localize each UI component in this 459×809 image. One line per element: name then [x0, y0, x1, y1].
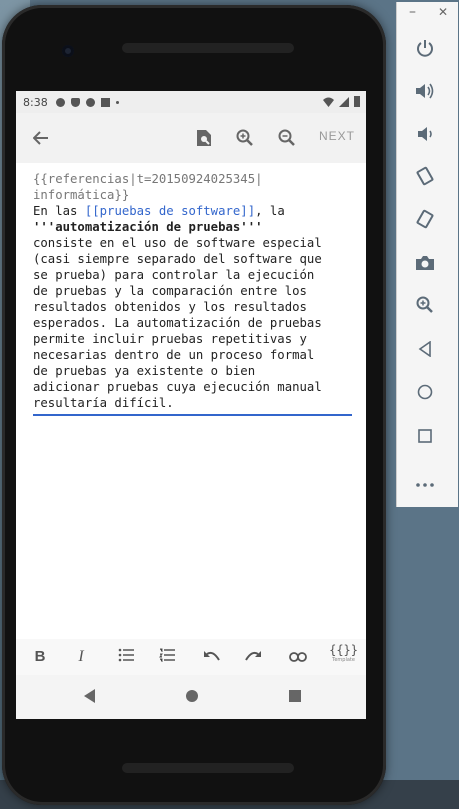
- nav-home-icon[interactable]: [186, 690, 198, 702]
- text-line: se prueba) para controlar la ejecución: [33, 268, 315, 282]
- zoom-icon: [416, 296, 433, 313]
- text-line: adicionar pruebas cuya ejecución manual: [33, 380, 322, 394]
- overview-button[interactable]: [411, 424, 439, 452]
- status-bar: 8:38: [16, 91, 366, 113]
- undo-icon: [204, 651, 220, 661]
- text-line: resultados obtenidos y los resultados: [33, 300, 307, 314]
- wikitext-editor[interactable]: {{referencias|t=20150924025345| informát…: [33, 171, 353, 411]
- zoom-in-button[interactable]: [232, 125, 258, 151]
- template-line: {{referencias|t=20150924025345|: [33, 172, 263, 186]
- text-line: , la: [255, 204, 285, 218]
- text-line: de pruebas ya existente o bien: [33, 364, 256, 378]
- power-icon: [417, 40, 433, 57]
- bold-term: '''automatización de pruebas''': [33, 220, 263, 234]
- redo-icon: [245, 651, 261, 661]
- rotate-right-button[interactable]: [411, 209, 439, 237]
- editor-focus-underline: [33, 414, 352, 416]
- android-nav-bar: [16, 675, 366, 719]
- next-button[interactable]: NEXT: [319, 129, 355, 143]
- shield-status-icon: [70, 97, 80, 107]
- back-button[interactable]: [411, 338, 439, 366]
- bullet-list-icon: [118, 648, 134, 662]
- status-time: 8:38: [23, 95, 48, 109]
- editor-toolbar: NEXT: [16, 113, 366, 163]
- template-button[interactable]: {{}} Template: [329, 643, 358, 663]
- volume-down-button[interactable]: [411, 124, 439, 152]
- signal-icon: [339, 96, 349, 107]
- redo-button[interactable]: [242, 645, 264, 669]
- link-button[interactable]: [287, 645, 309, 669]
- more-dots-icon: [416, 483, 434, 487]
- template-braces-icon: {{}}: [329, 643, 358, 657]
- rotate-left-button[interactable]: [411, 166, 439, 194]
- speaker-top: [122, 43, 294, 53]
- volume-down-icon: [418, 127, 432, 141]
- template-line: informática}}: [33, 188, 130, 202]
- undo-button[interactable]: [201, 645, 223, 669]
- speaker-bottom: [122, 763, 294, 773]
- numbered-list-icon: [159, 648, 175, 662]
- text-line: resultaría difícil.: [33, 396, 174, 410]
- numbered-list-button[interactable]: [157, 645, 177, 669]
- bullet-list-button[interactable]: [116, 645, 136, 669]
- volume-up-button[interactable]: [411, 81, 439, 109]
- nav-recents-icon[interactable]: [289, 690, 301, 702]
- home-button[interactable]: [411, 381, 439, 409]
- format-toolbar: B I {{}} Template: [16, 639, 366, 675]
- phone-screen: 8:38 NEXT {{referencias|t=20150924025345…: [16, 91, 366, 719]
- wifi-icon: [323, 97, 334, 107]
- zoom-in-icon: [236, 129, 253, 146]
- italic-button[interactable]: I: [73, 645, 89, 669]
- bold-button[interactable]: B: [32, 645, 48, 669]
- text-line: de pruebas y la comparación entre los: [33, 284, 307, 298]
- text-line: consiste en el uso de software especial: [33, 236, 322, 250]
- settings-status-icon: [55, 97, 65, 107]
- text-line: necesarias dentro de un proceso formal: [33, 348, 315, 362]
- back-arrow-icon: [32, 131, 48, 145]
- text-line: En las: [33, 204, 85, 218]
- screenshot-button[interactable]: [411, 252, 439, 280]
- find-in-page-icon: [197, 130, 211, 146]
- camera-icon: [416, 256, 434, 270]
- home-circle-icon: [417, 384, 433, 400]
- more-button[interactable]: [411, 468, 439, 496]
- power-button[interactable]: [411, 38, 439, 66]
- zoom-out-icon: [278, 129, 295, 146]
- find-in-page-button[interactable]: [191, 125, 217, 151]
- back-triangle-icon: [418, 340, 431, 358]
- battery-icon: [354, 96, 360, 107]
- back-arrow-button[interactable]: [28, 125, 54, 151]
- wiki-link[interactable]: [[pruebas de software]]: [85, 204, 255, 218]
- template-label: Template: [332, 657, 355, 663]
- front-camera: [62, 45, 74, 57]
- rotate-left-icon: [416, 166, 434, 186]
- zoom-out-button[interactable]: [274, 125, 300, 151]
- text-line: esperados. La automatización de pruebas: [33, 316, 322, 330]
- minimize-icon[interactable]: –: [409, 4, 416, 20]
- zoom-button[interactable]: [411, 295, 439, 323]
- dot-status-icon: [115, 100, 119, 104]
- overview-square-icon: [418, 429, 432, 443]
- link-icon: [289, 652, 307, 662]
- close-icon[interactable]: ✕: [438, 5, 448, 19]
- text-line: permite incluir pruebas repetitivas y: [33, 332, 307, 346]
- text-line: (casi siempre separado del software que: [33, 252, 322, 266]
- volume-up-icon: [416, 83, 434, 99]
- rotate-right-icon: [416, 209, 434, 229]
- sync-status-icon: [85, 97, 95, 107]
- nav-back-icon[interactable]: [84, 689, 95, 703]
- emulator-side-panel: – ✕: [396, 2, 458, 507]
- image-status-icon: [100, 97, 110, 107]
